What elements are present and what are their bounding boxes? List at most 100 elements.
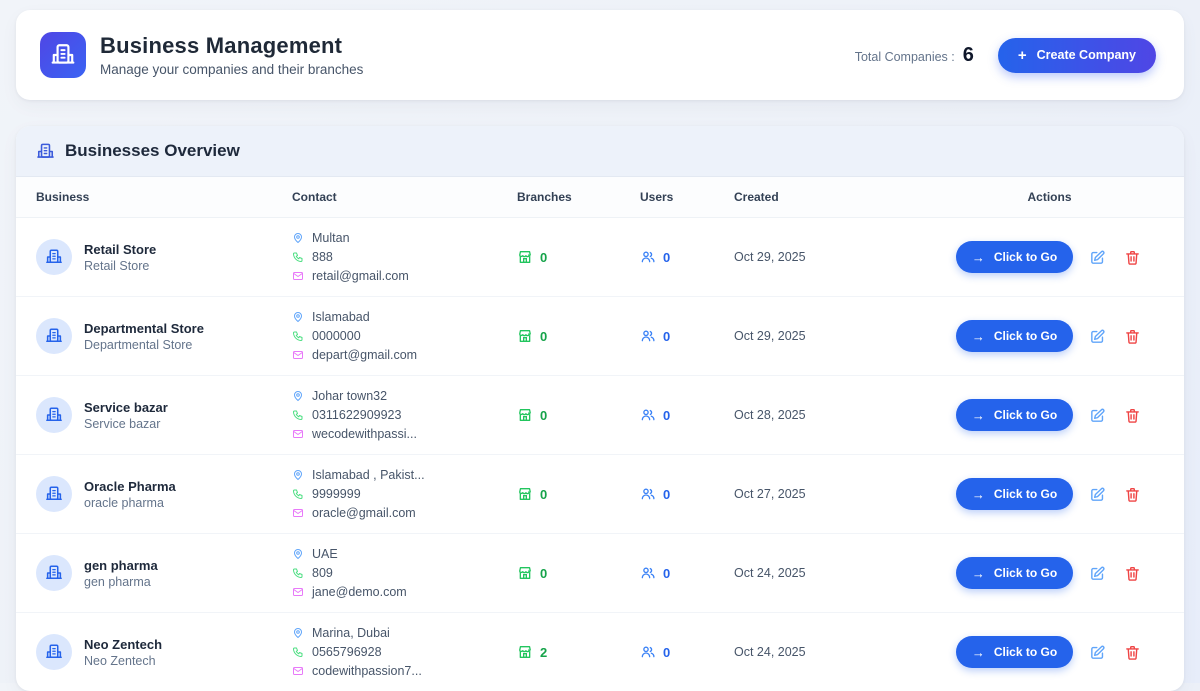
business-subname: Retail Store [84,259,156,273]
trash-icon [1124,328,1141,345]
edit-button[interactable] [1087,484,1108,505]
delete-button[interactable] [1122,484,1143,505]
users-cell: 0 [640,486,710,502]
users-icon [640,328,656,344]
contact-phone: 0000000 [292,329,493,343]
mail-icon [292,586,304,598]
business-names: gen pharma gen pharma [84,558,158,589]
branches-count: 0 [540,566,547,581]
trash-icon [1124,407,1141,424]
phone-icon [292,646,304,658]
business-subname: Departmental Store [84,338,204,352]
building-icon [45,406,63,424]
actions-cell: → Click to Go [927,478,1172,510]
phone-text: 888 [312,250,333,264]
click-to-go-button[interactable]: → Click to Go [956,320,1073,352]
business-names: Service bazar Service bazar [84,400,168,431]
header-left: Business Management Manage your companie… [40,32,363,78]
click-to-go-button[interactable]: → Click to Go [956,557,1073,589]
business-subname: gen pharma [84,575,158,589]
business-names: Departmental Store Departmental Store [84,321,204,352]
click-to-go-button[interactable]: → Click to Go [956,399,1073,431]
table-row: Retail Store Retail Store Multan 888 ret… [16,218,1184,297]
delete-button[interactable] [1122,405,1143,426]
building-icon [45,485,63,503]
contact-email: jane@demo.com [292,585,493,599]
business-avatar [36,318,72,354]
building-icon [50,42,76,68]
phone-text: 0000000 [312,329,361,343]
edit-icon [1089,644,1106,661]
email-text: retail@gmail.com [312,269,409,283]
business-name: Neo Zentech [84,637,162,652]
business-cell: Departmental Store Departmental Store [28,318,268,354]
contact-location: Johar town32 [292,389,493,403]
delete-button[interactable] [1122,247,1143,268]
delete-button[interactable] [1122,642,1143,663]
businesses-overview-card: Businesses Overview Business Contact Bra… [16,126,1184,691]
trash-icon [1124,249,1141,266]
delete-button[interactable] [1122,563,1143,584]
contact-email: oracle@gmail.com [292,506,493,520]
branches-count: 0 [540,329,547,344]
building-icon [36,142,55,161]
storefront-icon [517,565,533,581]
total-companies: Total Companies : 6 [855,44,974,67]
building-icon [45,564,63,582]
business-cell: Service bazar Service bazar [28,397,268,433]
created-date: Oct 24, 2025 [734,566,806,580]
column-header-created: Created [722,177,915,218]
edit-button[interactable] [1087,247,1108,268]
column-header-users: Users [628,177,722,218]
contact-email: wecodewithpassi... [292,427,493,441]
arrow-right-icon: → [972,409,985,422]
business-subname: Neo Zentech [84,654,162,668]
click-to-go-button[interactable]: → Click to Go [956,636,1073,668]
trash-icon [1124,565,1141,582]
business-name: Oracle Pharma [84,479,176,494]
businesses-table: Business Contact Branches Users Created … [16,177,1184,691]
business-avatar [36,239,72,275]
branches-count: 0 [540,487,547,502]
column-header-actions: Actions [915,177,1184,218]
arrow-right-icon: → [972,646,985,659]
create-company-button[interactable]: + Create Company [998,38,1156,73]
created-date: Oct 24, 2025 [734,645,806,659]
phone-icon [292,330,304,342]
map-pin-icon [292,311,304,323]
click-to-go-label: Click to Go [994,250,1057,264]
business-cell: Oracle Pharma oracle pharma [28,476,268,512]
mail-icon [292,349,304,361]
business-name: Departmental Store [84,321,204,336]
storefront-icon [517,249,533,265]
page-title: Business Management [100,33,363,59]
column-header-branches: Branches [505,177,628,218]
phone-text: 0311622909923 [312,408,401,422]
location-text: Islamabad [312,310,370,324]
business-subname: oracle pharma [84,496,176,510]
location-text: UAE [312,547,338,561]
email-text: jane@demo.com [312,585,407,599]
edit-button[interactable] [1087,563,1108,584]
edit-button[interactable] [1087,642,1108,663]
click-to-go-button[interactable]: → Click to Go [956,241,1073,273]
contact-cell: UAE 809 jane@demo.com [292,547,493,599]
edit-button[interactable] [1087,326,1108,347]
storefront-icon [517,407,533,423]
users-count: 0 [663,487,670,502]
business-names: Retail Store Retail Store [84,242,156,273]
click-to-go-button[interactable]: → Click to Go [956,478,1073,510]
branches-cell: 0 [517,249,616,265]
business-name: Retail Store [84,242,156,257]
users-icon [640,644,656,660]
delete-button[interactable] [1122,326,1143,347]
page-subtitle: Manage your companies and their branches [100,62,363,77]
header-titles: Business Management Manage your companie… [100,33,363,77]
contact-location: Marina, Dubai [292,626,493,640]
edit-button[interactable] [1087,405,1108,426]
contact-cell: Multan 888 retail@gmail.com [292,231,493,283]
contact-email: depart@gmail.com [292,348,493,362]
arrow-right-icon: → [972,567,985,580]
contact-phone: 888 [292,250,493,264]
actions-cell: → Click to Go [927,399,1172,431]
